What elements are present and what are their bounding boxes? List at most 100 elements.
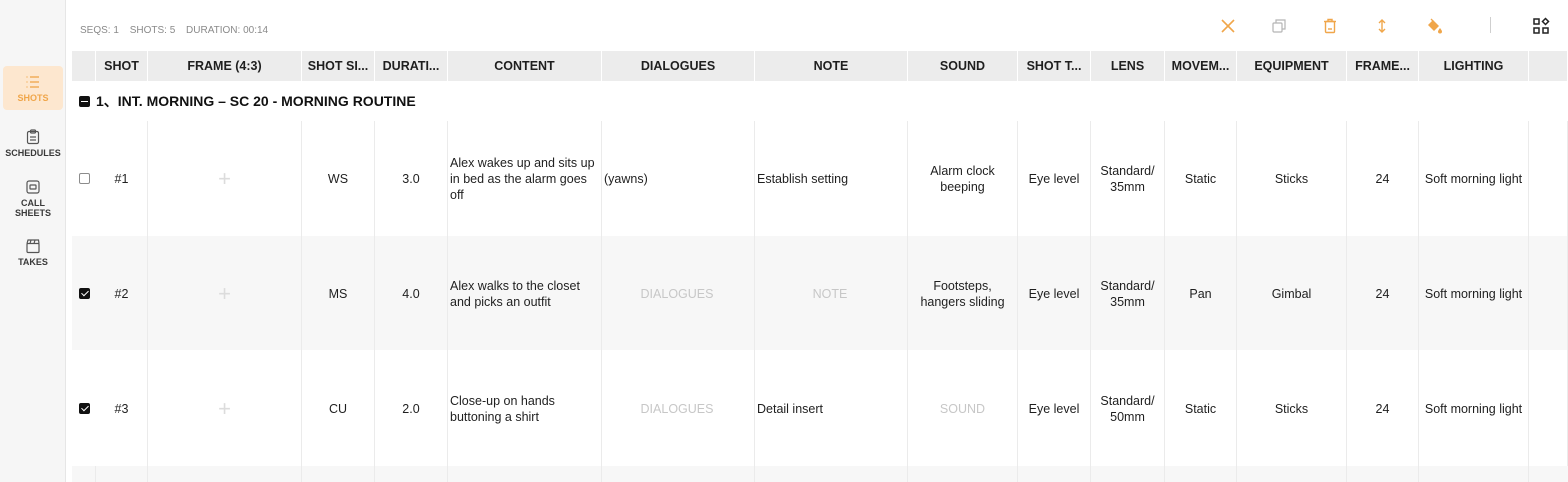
note-cell[interactable]: NOTE <box>755 236 908 351</box>
sidebar-item-takes[interactable]: TAKES <box>3 238 63 267</box>
column-header-content[interactable]: CONTENT <box>448 51 602 81</box>
select-cell[interactable] <box>72 236 96 351</box>
lighting-cell[interactable]: Soft morning light <box>1419 236 1529 351</box>
frame-cell[interactable]: + <box>148 121 302 236</box>
select-cell[interactable] <box>72 121 96 236</box>
column-header-frame[interactable]: FRAME (4:3) <box>148 51 302 81</box>
movement-text: Static <box>1184 401 1217 416</box>
paint-bucket-button[interactable] <box>1422 14 1446 38</box>
sidebar-item-label: SCHEDULES <box>5 148 61 158</box>
frame-rate-cell[interactable]: 24 <box>1347 236 1419 351</box>
table-row[interactable]: #3 + CU 2.0 Close-up on hands buttoning a sh… <box>72 351 1568 466</box>
sidebar-item-label: TAKES <box>18 257 48 267</box>
sound-cell[interactable]: Alarm clock beeping <box>908 121 1018 236</box>
shot-number-text: #3 <box>114 401 129 416</box>
content-cell[interactable]: Alex wakes up and sits up in bed as the … <box>448 121 602 236</box>
dialogues-cell[interactable]: (yawns) <box>602 121 755 236</box>
add-frame-icon[interactable]: + <box>218 397 231 420</box>
lens-cell[interactable]: Standard/ 35mm <box>1091 236 1165 351</box>
shot-number-cell[interactable]: #3 <box>96 351 148 466</box>
note-cell[interactable]: Establish setting <box>755 121 908 236</box>
content-cell[interactable]: Close-up on hands buttoning a shirt <box>448 351 602 466</box>
equipment-cell[interactable]: Sticks <box>1237 351 1347 466</box>
lens-cell[interactable]: Standard/ 35mm <box>1091 121 1165 236</box>
close-button[interactable] <box>1216 14 1240 38</box>
note-cell[interactable]: Detail insert <box>755 351 908 466</box>
column-header-note[interactable]: NOTE <box>755 51 908 81</box>
grid-line <box>1346 466 1347 482</box>
movement-cell[interactable]: Static <box>1165 351 1237 466</box>
frame-rate-cell[interactable]: 24 <box>1347 121 1419 236</box>
column-header-frame-rate[interactable]: FRAME... <box>1347 51 1419 81</box>
collapse-icon[interactable] <box>79 95 90 107</box>
lighting-cell[interactable]: Soft morning light <box>1419 121 1529 236</box>
duration-cell[interactable]: 4.0 <box>375 236 448 351</box>
equipment-cell[interactable]: Sticks <box>1237 121 1347 236</box>
duration-cell[interactable]: 3.0 <box>375 121 448 236</box>
shot-number-cell[interactable]: #1 <box>96 121 148 236</box>
shot-type-text: Eye level <box>1028 171 1080 186</box>
sequence-group-header[interactable]: 1、INT. MORNING – SC 20 - MORNING ROUTINE <box>72 81 1568 121</box>
column-header-movement[interactable]: MOVEM... <box>1165 51 1237 81</box>
frame-cell[interactable]: + <box>148 351 302 466</box>
add-frame-icon[interactable]: + <box>218 282 231 305</box>
frame-rate-text: 24 <box>1375 286 1390 301</box>
equipment-text: Sticks <box>1274 171 1309 186</box>
shot-type-cell[interactable]: Eye level <box>1018 351 1091 466</box>
note-text: Detail insert <box>757 401 823 416</box>
add-frame-icon[interactable]: + <box>218 167 231 190</box>
column-header-size[interactable]: SHOT SI... <box>302 51 375 81</box>
frame-rate-cell[interactable]: 24 <box>1347 351 1419 466</box>
duplicate-button[interactable] <box>1267 14 1291 38</box>
layout-button[interactable] <box>1529 14 1553 38</box>
grid-line <box>95 466 96 482</box>
sheet-icon <box>26 180 40 194</box>
content-cell[interactable]: Alex walks to the closet and picks an ou… <box>448 236 602 351</box>
shot-number-cell[interactable]: #2 <box>96 236 148 351</box>
shot-type-cell[interactable]: Eye level <box>1018 121 1091 236</box>
shot-type-text: Eye level <box>1028 286 1080 301</box>
duration-total: DURATION: 00:14 <box>186 25 269 36</box>
row-checkbox[interactable] <box>78 288 90 299</box>
shot-type-cell[interactable]: Eye level <box>1018 236 1091 351</box>
sidebar-item-call-sheets[interactable]: CALL SHEETS <box>3 179 63 218</box>
frame-cell[interactable]: + <box>148 236 302 351</box>
table-row-partial[interactable] <box>72 466 1568 482</box>
stats-bar: SEQS: 1 SHOTS: 5 DURATION: 00:14 <box>80 25 276 36</box>
dialogues-cell[interactable]: DIALOGUES <box>602 236 755 351</box>
movement-cell[interactable]: Static <box>1165 121 1237 236</box>
lens-text: Standard/ 50mm <box>1100 393 1155 424</box>
move-button[interactable] <box>1370 14 1394 38</box>
duration-cell[interactable]: 2.0 <box>375 351 448 466</box>
column-header-shot[interactable]: SHOT <box>96 51 148 81</box>
sidebar-item-schedules[interactable]: SCHEDULES <box>3 129 63 158</box>
sound-cell[interactable]: SOUND <box>908 351 1018 466</box>
dialogues-cell[interactable]: DIALOGUES <box>602 351 755 466</box>
delete-button[interactable] <box>1318 14 1342 38</box>
row-checkbox[interactable] <box>78 173 90 184</box>
shot-size-cell[interactable]: WS <box>302 121 375 236</box>
equipment-cell[interactable]: Gimbal <box>1237 236 1347 351</box>
column-header-shot-type[interactable]: SHOT T... <box>1018 51 1091 81</box>
sidebar-item-shots[interactable]: SHOTS <box>3 66 63 110</box>
row-checkbox[interactable] <box>78 403 90 414</box>
column-header-dialogues[interactable]: DIALOGUES <box>602 51 755 81</box>
select-cell[interactable] <box>72 351 96 466</box>
grid-line <box>907 466 908 482</box>
column-header-lens[interactable]: LENS <box>1091 51 1165 81</box>
table-row[interactable]: #2 + MS 4.0 Alex walks to the closet and pic… <box>72 236 1568 351</box>
toolbar-divider <box>1490 17 1491 33</box>
shot-size-cell[interactable]: MS <box>302 236 375 351</box>
column-header-duration[interactable]: DURATI... <box>375 51 448 81</box>
column-header-sound[interactable]: SOUND <box>908 51 1018 81</box>
table-row[interactable]: #1 + WS 3.0 Alex wakes up and sits up in bed… <box>72 121 1568 236</box>
sound-cell[interactable]: Footsteps, hangers sliding <box>908 236 1018 351</box>
lighting-text: Soft morning light <box>1424 401 1523 416</box>
movement-cell[interactable]: Pan <box>1165 236 1237 351</box>
shot-size-cell[interactable]: CU <box>302 351 375 466</box>
lens-cell[interactable]: Standard/ 50mm <box>1091 351 1165 466</box>
note-text: Establish setting <box>757 171 849 186</box>
column-header-equipment[interactable]: EQUIPMENT <box>1237 51 1347 81</box>
column-header-lighting[interactable]: LIGHTING <box>1419 51 1529 81</box>
lighting-cell[interactable]: Soft morning light <box>1419 351 1529 466</box>
